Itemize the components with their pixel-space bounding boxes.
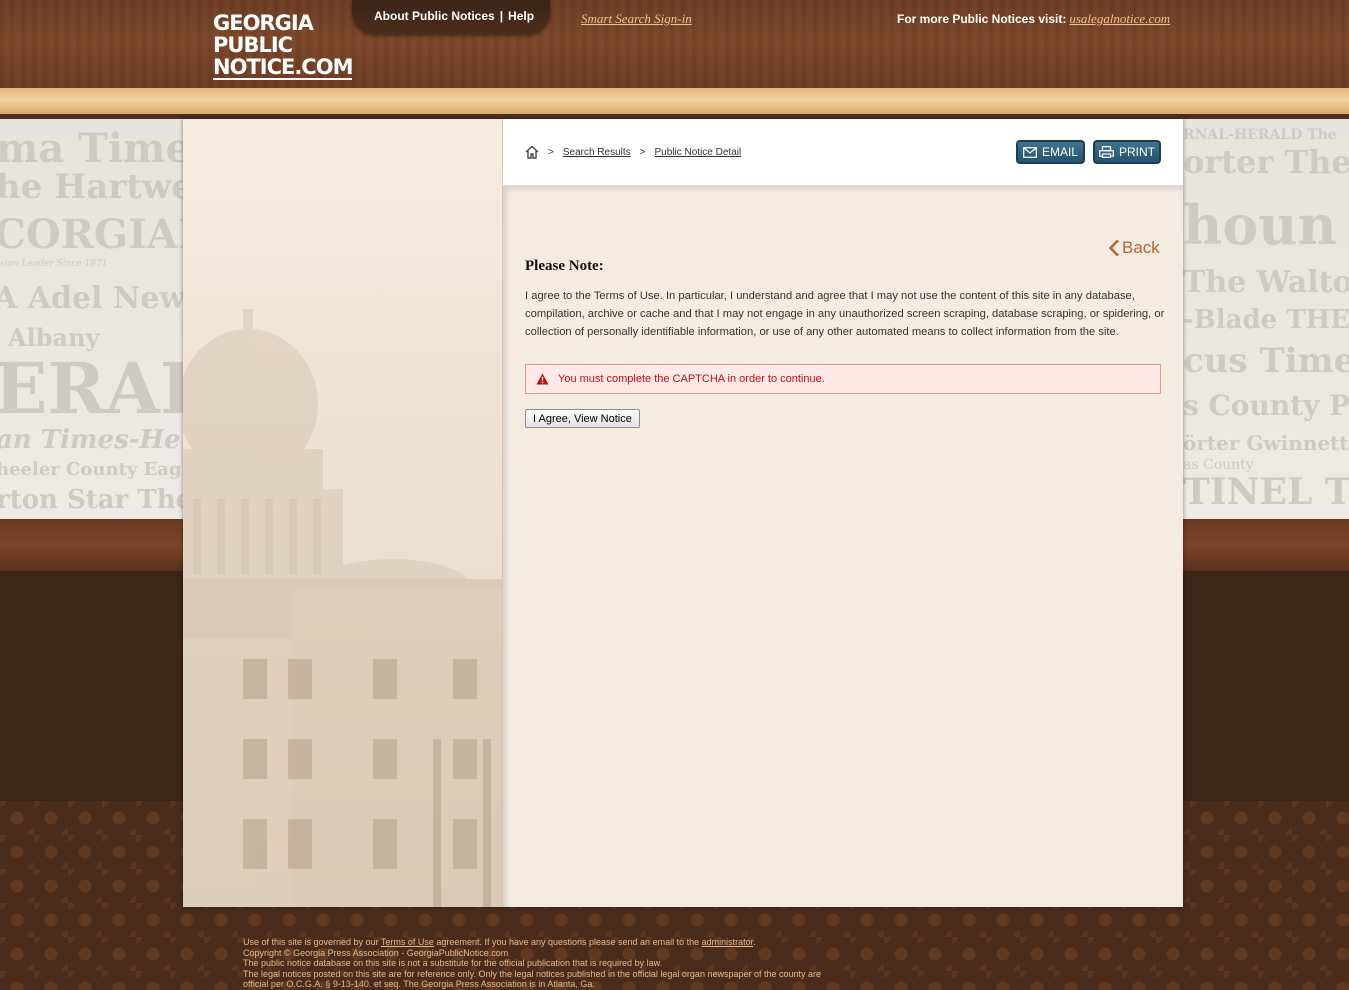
masthead-text: RNAL-HERALD The bbox=[1183, 127, 1337, 143]
header-nav: About Public Notices | Help bbox=[374, 9, 534, 23]
printer-icon bbox=[1099, 146, 1114, 158]
email-button-label: EMAIL bbox=[1041, 145, 1078, 159]
terms-of-use-text: I agree to the Terms of Use. In particul… bbox=[525, 290, 1165, 338]
usalegalnotice-link[interactable]: usalegalnotice.com bbox=[1069, 11, 1170, 26]
breadcrumb-separator: > bbox=[548, 146, 554, 158]
footer-disclaimer-2: The legal notices posted on this site ar… bbox=[243, 968, 822, 979]
site-logo[interactable]: GEORGIA PUBLIC NOTICE.COM bbox=[213, 12, 353, 80]
warning-icon bbox=[536, 373, 549, 385]
nav-help[interactable]: Help bbox=[508, 9, 534, 23]
footer-disclaimer-3: official per O.C.G.A. § 9-13-140. et seq… bbox=[243, 979, 595, 990]
masthead-text: cus Times bbox=[1183, 341, 1349, 381]
header-band bbox=[0, 88, 1349, 114]
footer-line1-mid: agreement. If you have any questions ple… bbox=[433, 937, 702, 947]
masthead-text: an Times-He bbox=[0, 425, 181, 455]
main-container: > Search Results > Public Notice Detail … bbox=[183, 119, 1183, 907]
capitol-building-illustration bbox=[183, 309, 502, 907]
capitol-image-panel bbox=[183, 119, 503, 907]
chevron-left-icon bbox=[1108, 239, 1119, 257]
back-label: Back bbox=[1122, 238, 1160, 257]
please-note-heading: Please Note: bbox=[525, 258, 604, 274]
masthead-text: -Blade THE bbox=[1183, 305, 1349, 335]
masthead-text: A Adel News bbox=[0, 281, 203, 316]
email-button[interactable]: EMAIL bbox=[1016, 140, 1085, 164]
footer-line1-post: . bbox=[753, 937, 756, 947]
masthead-text: örter Gwinnett bbox=[1183, 431, 1349, 455]
site-footer: Use of this site is governed by our Term… bbox=[243, 937, 943, 990]
print-button-label: PRINT bbox=[1119, 145, 1155, 159]
masthead-text: TINEL THE bbox=[1183, 471, 1349, 513]
captcha-error-message: You must complete the CAPTCHA in order t… bbox=[525, 364, 1161, 394]
footer-disclaimer-1: The public notice database on this site … bbox=[243, 958, 663, 969]
masthead-text: s County Pro bbox=[1183, 389, 1349, 422]
breadcrumb-separator: > bbox=[639, 146, 646, 158]
breadcrumb-public-notice-detail[interactable]: Public Notice Detail bbox=[655, 147, 742, 158]
nav-separator: | bbox=[499, 9, 504, 23]
captcha-error-text: You must complete the CAPTCHA in order t… bbox=[558, 373, 825, 385]
agree-view-notice-button[interactable]: I Agree, View Notice bbox=[525, 409, 640, 428]
logo-line-notice: NOTICE.COM bbox=[213, 55, 353, 80]
footer-administrator-link[interactable]: administrator bbox=[702, 937, 754, 947]
home-icon[interactable] bbox=[525, 145, 539, 159]
footer-terms-line: Use of this site is governed by our Term… bbox=[243, 937, 943, 948]
breadcrumb: > Search Results > Public Notice Detail bbox=[525, 145, 741, 159]
notice-content: Back Please Note: I agree to the Terms o… bbox=[503, 186, 1183, 907]
logo-line-georgia: GEORGIA bbox=[213, 11, 314, 35]
back-link[interactable]: Back bbox=[1108, 238, 1160, 258]
more-notices: For more Public Notices visit: usalegalno… bbox=[897, 11, 1170, 27]
toolbar-area: > Search Results > Public Notice Detail … bbox=[503, 119, 1183, 186]
masthead-text: sion Leader Since 1871 bbox=[0, 259, 108, 269]
masthead-text: rton Star The bbox=[0, 485, 193, 515]
print-button[interactable]: PRINT bbox=[1093, 140, 1161, 164]
footer-line1-pre: Use of this site is governed by our bbox=[243, 937, 381, 947]
smart-search-signin-link[interactable]: Smart Search Sign-in bbox=[581, 11, 692, 27]
envelope-icon bbox=[1023, 146, 1037, 158]
masthead-text: ma Times bbox=[0, 125, 214, 172]
footer-copyright: Copyright © Georgia Press Association - … bbox=[243, 947, 509, 958]
masthead-text: houn T bbox=[1183, 193, 1349, 257]
masthead-text: The Walton bbox=[1183, 265, 1349, 300]
masthead-text: heeler County Eagle bbox=[0, 459, 200, 480]
masthead-text: he Hartwe bbox=[0, 167, 193, 207]
footer-terms-of-use-link[interactable]: Terms of Use bbox=[381, 937, 434, 947]
more-notices-label: For more Public Notices visit: bbox=[897, 12, 1067, 26]
masthead-text: orter The Bald bbox=[1183, 143, 1349, 181]
nav-about-public-notices[interactable]: About Public Notices bbox=[374, 9, 495, 23]
breadcrumb-search-results[interactable]: Search Results bbox=[563, 147, 631, 158]
logo-line-public: PUBLIC bbox=[213, 33, 293, 57]
